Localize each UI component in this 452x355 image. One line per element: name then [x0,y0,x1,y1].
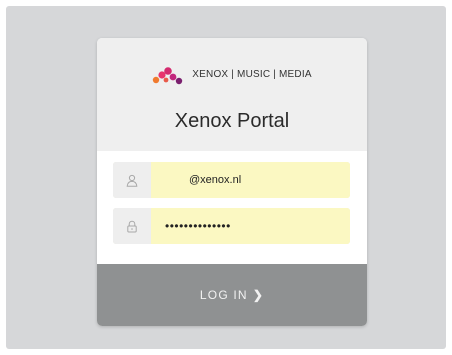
login-button-label: LOG IN [199,288,248,302]
login-form: @xenox.nl •••••••••••••• [97,151,367,264]
login-card: XENOX | MUSIC | MEDIA Xenox Portal @xeno… [97,38,367,326]
password-field[interactable]: •••••••••••••• [113,208,350,244]
lock-icon [113,208,151,244]
page-background: XENOX | MUSIC | MEDIA Xenox Portal @xeno… [6,6,446,349]
xenox-logo-icon [153,67,183,85]
user-icon [113,162,151,198]
password-input[interactable]: •••••••••••••• [151,208,350,244]
chevron-right-icon: ❯ [252,288,265,302]
username-field[interactable]: @xenox.nl [113,162,350,198]
login-button[interactable]: LOG IN ❯ [97,264,367,326]
card-header: XENOX | MUSIC | MEDIA Xenox Portal [97,38,367,151]
username-input[interactable]: @xenox.nl [151,162,350,198]
page-title: Xenox Portal [174,110,290,132]
brand-name: XENOX | MUSIC | MEDIA [192,68,312,80]
brand-logo: XENOX | MUSIC | MEDIA [97,63,367,85]
